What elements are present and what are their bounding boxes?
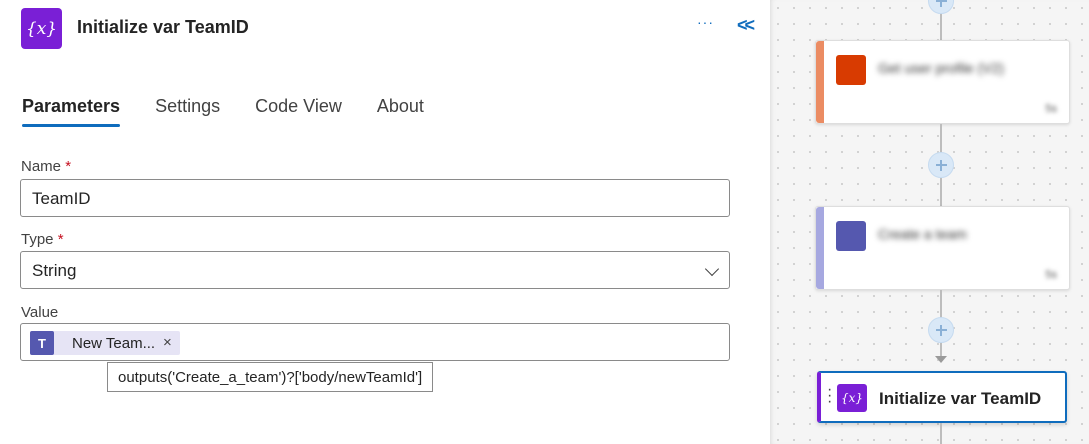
drag-handle-icon[interactable]: · · · <box>827 382 832 410</box>
name-field[interactable]: TeamID <box>20 179 730 217</box>
name-label: Name * <box>21 158 71 175</box>
add-step-icon[interactable] <box>928 152 954 178</box>
chevron-down-icon <box>704 261 720 277</box>
card-title: Initialize var TeamID <box>879 389 1042 408</box>
card-title: Create a team <box>878 226 967 242</box>
type-label-text: Type <box>21 231 54 248</box>
action-properties-panel: {x} Initialize var TeamID ··· << Paramet… <box>0 0 770 444</box>
tab-about[interactable]: About <box>377 96 424 127</box>
dynamic-content-token[interactable]: T New Team... × <box>30 331 180 355</box>
panel-title: Initialize var TeamID <box>77 17 249 37</box>
app-root: {x} Initialize var TeamID ··· << Paramet… <box>0 0 1089 444</box>
token-label: New Team... <box>72 335 156 352</box>
required-mark: * <box>57 231 64 248</box>
value-label: Value <box>21 304 59 321</box>
add-step-icon[interactable] <box>928 317 954 343</box>
tab-settings[interactable]: Settings <box>155 96 220 127</box>
name-label-text: Name <box>21 158 62 175</box>
type-dropdown[interactable]: String <box>20 251 730 289</box>
type-value: String <box>32 261 77 280</box>
variable-icon: {x} <box>21 8 62 49</box>
type-label: Type * <box>21 231 64 248</box>
tab-parameters[interactable]: Parameters <box>22 96 121 127</box>
teams-icon: T <box>30 331 54 355</box>
collapse-panel-button[interactable]: << <box>737 15 755 36</box>
flow-card-initialize-var-teamid[interactable]: · · · {x} Initialize var TeamID <box>817 371 1067 423</box>
name-value: TeamID <box>32 189 91 208</box>
arrow-down-icon <box>935 356 947 363</box>
card-accent-bar <box>816 41 824 123</box>
card-duration: 5s <box>1045 269 1057 281</box>
office-icon <box>836 55 866 85</box>
flow-card-get-user-profile[interactable]: Get user profile (V2) 5s <box>815 40 1070 124</box>
card-accent-bar <box>816 207 824 289</box>
add-step-icon[interactable] <box>928 0 954 14</box>
flow-card-create-team[interactable]: Create a team 5s <box>815 206 1070 290</box>
card-duration: 5s <box>1045 103 1057 115</box>
value-field[interactable]: T New Team... × <box>20 323 730 361</box>
tab-list: Parameters Settings Code View About <box>22 96 459 127</box>
more-options-button[interactable]: ··· <box>697 14 714 30</box>
variable-icon: {x} <box>837 384 867 412</box>
connector-line <box>940 423 942 444</box>
required-mark: * <box>65 158 72 175</box>
remove-token-icon[interactable]: × <box>163 334 172 351</box>
teams-icon <box>836 221 866 251</box>
flow-designer-canvas[interactable]: Get user profile (V2) 5s Create a team 5… <box>770 0 1089 444</box>
tab-code-view[interactable]: Code View <box>255 96 342 127</box>
token-expression-tooltip: outputs('Create_a_team')?['body/newTeamI… <box>107 362 434 392</box>
card-title: Get user profile (V2) <box>878 60 1005 76</box>
